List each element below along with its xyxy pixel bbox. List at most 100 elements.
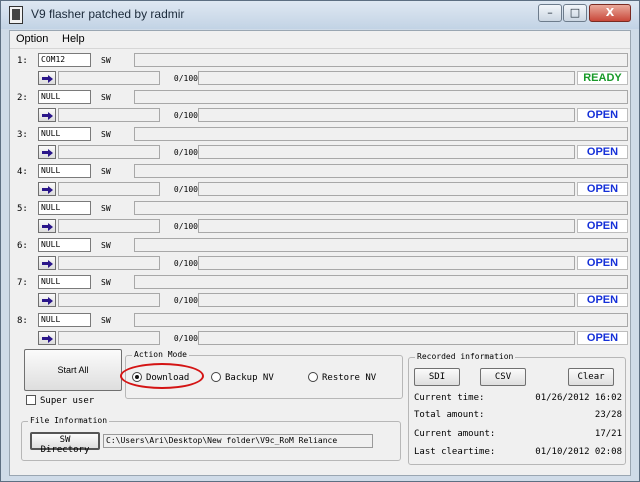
port-number: 4: xyxy=(17,167,28,177)
port-status[interactable]: READY xyxy=(577,71,628,85)
current-amount-value: 17/21 xyxy=(594,429,622,439)
port-status[interactable]: OPEN xyxy=(577,331,628,345)
progress-bar xyxy=(198,256,575,270)
maximize-button[interactable]: □ xyxy=(563,4,587,22)
start-port-button[interactable] xyxy=(38,182,56,196)
sw-label: SW xyxy=(101,130,111,139)
port-number: 7: xyxy=(17,278,28,288)
sw-label: SW xyxy=(101,93,111,102)
file-info-title: File Information xyxy=(28,416,110,425)
progress-bar xyxy=(198,182,575,196)
progress-text: 0/100 xyxy=(173,148,198,157)
sw-label: SW xyxy=(101,167,111,176)
port-status[interactable]: OPEN xyxy=(577,145,628,159)
sw-label: SW xyxy=(101,316,111,325)
super-user-label: Super user xyxy=(40,396,95,406)
file-path-field[interactable]: C:\Users\Ari\Desktop\New folder\V9c_RoM … xyxy=(103,434,373,448)
sw-version-field xyxy=(134,164,628,178)
sw-version-field xyxy=(134,53,628,67)
close-button[interactable]: X xyxy=(589,4,631,22)
start-port-button[interactable] xyxy=(38,331,56,345)
progress-text: 0/100 xyxy=(173,185,198,194)
current-time-label: Current time: xyxy=(414,393,485,403)
start-port-button[interactable] xyxy=(38,256,56,270)
sw-version-field xyxy=(134,313,628,327)
start-port-button[interactable] xyxy=(38,219,56,233)
port-number: 8: xyxy=(17,316,28,326)
app-window: V9 flasher patched by radmir – □ X Optio… xyxy=(0,0,640,482)
sw-label: SW xyxy=(101,241,111,250)
port-status[interactable]: OPEN xyxy=(577,256,628,270)
sw-label: SW xyxy=(101,204,111,213)
port-number: 3: xyxy=(17,130,28,140)
port-number: 2: xyxy=(17,93,28,103)
progress-bar xyxy=(198,219,575,233)
minimize-button[interactable]: – xyxy=(538,4,562,22)
menu-help[interactable]: Help xyxy=(62,33,85,45)
sw-version-field xyxy=(134,90,628,104)
port-status[interactable]: OPEN xyxy=(577,108,628,122)
backup-nv-label: Backup NV xyxy=(225,373,274,383)
progress-text: 0/100 xyxy=(173,222,198,231)
window-title: V9 flasher patched by radmir xyxy=(31,7,185,21)
annotation-circle xyxy=(120,363,204,389)
app-icon xyxy=(9,6,23,24)
client-area: Option Help 1: COM12 SW 0/100 READY 2: NULL SW 0… xyxy=(9,30,631,476)
port-status[interactable]: OPEN xyxy=(577,219,628,233)
start-all-button[interactable]: Start All xyxy=(24,349,122,391)
super-user-checkbox[interactable] xyxy=(26,395,36,405)
progress-bar xyxy=(198,331,575,345)
sw-version-field xyxy=(134,127,628,141)
progress-bar xyxy=(198,293,575,307)
restore-nv-radio[interactable] xyxy=(308,372,318,382)
port-name-field[interactable]: NULL xyxy=(38,164,91,178)
menu-option[interactable]: Option xyxy=(16,33,48,45)
last-cleartime-label: Last cleartime: xyxy=(414,447,496,457)
start-port-button[interactable] xyxy=(38,293,56,307)
progress-text: 0/100 xyxy=(173,334,198,343)
sw-version-field xyxy=(134,201,628,215)
port-name-field[interactable]: NULL xyxy=(38,238,91,252)
csv-button[interactable]: CSV xyxy=(480,368,526,386)
port-name-field[interactable]: COM12 xyxy=(38,53,91,67)
total-amount-label: Total amount: xyxy=(414,410,485,420)
port-name-field[interactable]: NULL xyxy=(38,201,91,215)
sw-label: SW xyxy=(101,278,111,287)
current-time-value: 01/26/2012 16:02 xyxy=(535,393,622,403)
clear-button[interactable]: Clear xyxy=(568,368,614,386)
start-port-button[interactable] xyxy=(38,145,56,159)
port-status[interactable]: OPEN xyxy=(577,182,628,196)
port-name-field[interactable]: NULL xyxy=(38,313,91,327)
port-info-field xyxy=(58,182,160,196)
port-number: 5: xyxy=(17,204,28,214)
port-info-field xyxy=(58,219,160,233)
port-info-field xyxy=(58,293,160,307)
port-number: 1: xyxy=(17,56,28,66)
port-name-field[interactable]: NULL xyxy=(38,275,91,289)
progress-bar xyxy=(198,145,575,159)
current-amount-label: Current amount: xyxy=(414,429,496,439)
sw-label: SW xyxy=(101,56,111,65)
start-port-button[interactable] xyxy=(38,71,56,85)
port-name-field[interactable]: NULL xyxy=(38,90,91,104)
progress-bar xyxy=(198,71,575,85)
progress-bar xyxy=(198,108,575,122)
port-info-field xyxy=(58,71,160,85)
sw-version-field xyxy=(134,238,628,252)
progress-text: 0/100 xyxy=(173,111,198,120)
port-name-field[interactable]: NULL xyxy=(38,127,91,141)
port-info-field xyxy=(58,145,160,159)
menu-bar: Option Help xyxy=(10,31,630,49)
sw-directory-button[interactable]: SW Directory xyxy=(30,432,100,455)
port-status[interactable]: OPEN xyxy=(577,293,628,307)
action-mode-title: Action Mode xyxy=(132,350,189,359)
recorded-info-title: Recorded information xyxy=(415,352,516,361)
sw-version-field xyxy=(134,275,628,289)
last-cleartime-value: 01/10/2012 02:08 xyxy=(535,447,622,457)
start-port-button[interactable] xyxy=(38,108,56,122)
port-info-field xyxy=(58,108,160,122)
progress-text: 0/100 xyxy=(173,74,198,83)
backup-nv-radio[interactable] xyxy=(211,372,221,382)
port-info-field xyxy=(58,256,160,270)
sdi-button[interactable]: SDI xyxy=(414,368,460,386)
